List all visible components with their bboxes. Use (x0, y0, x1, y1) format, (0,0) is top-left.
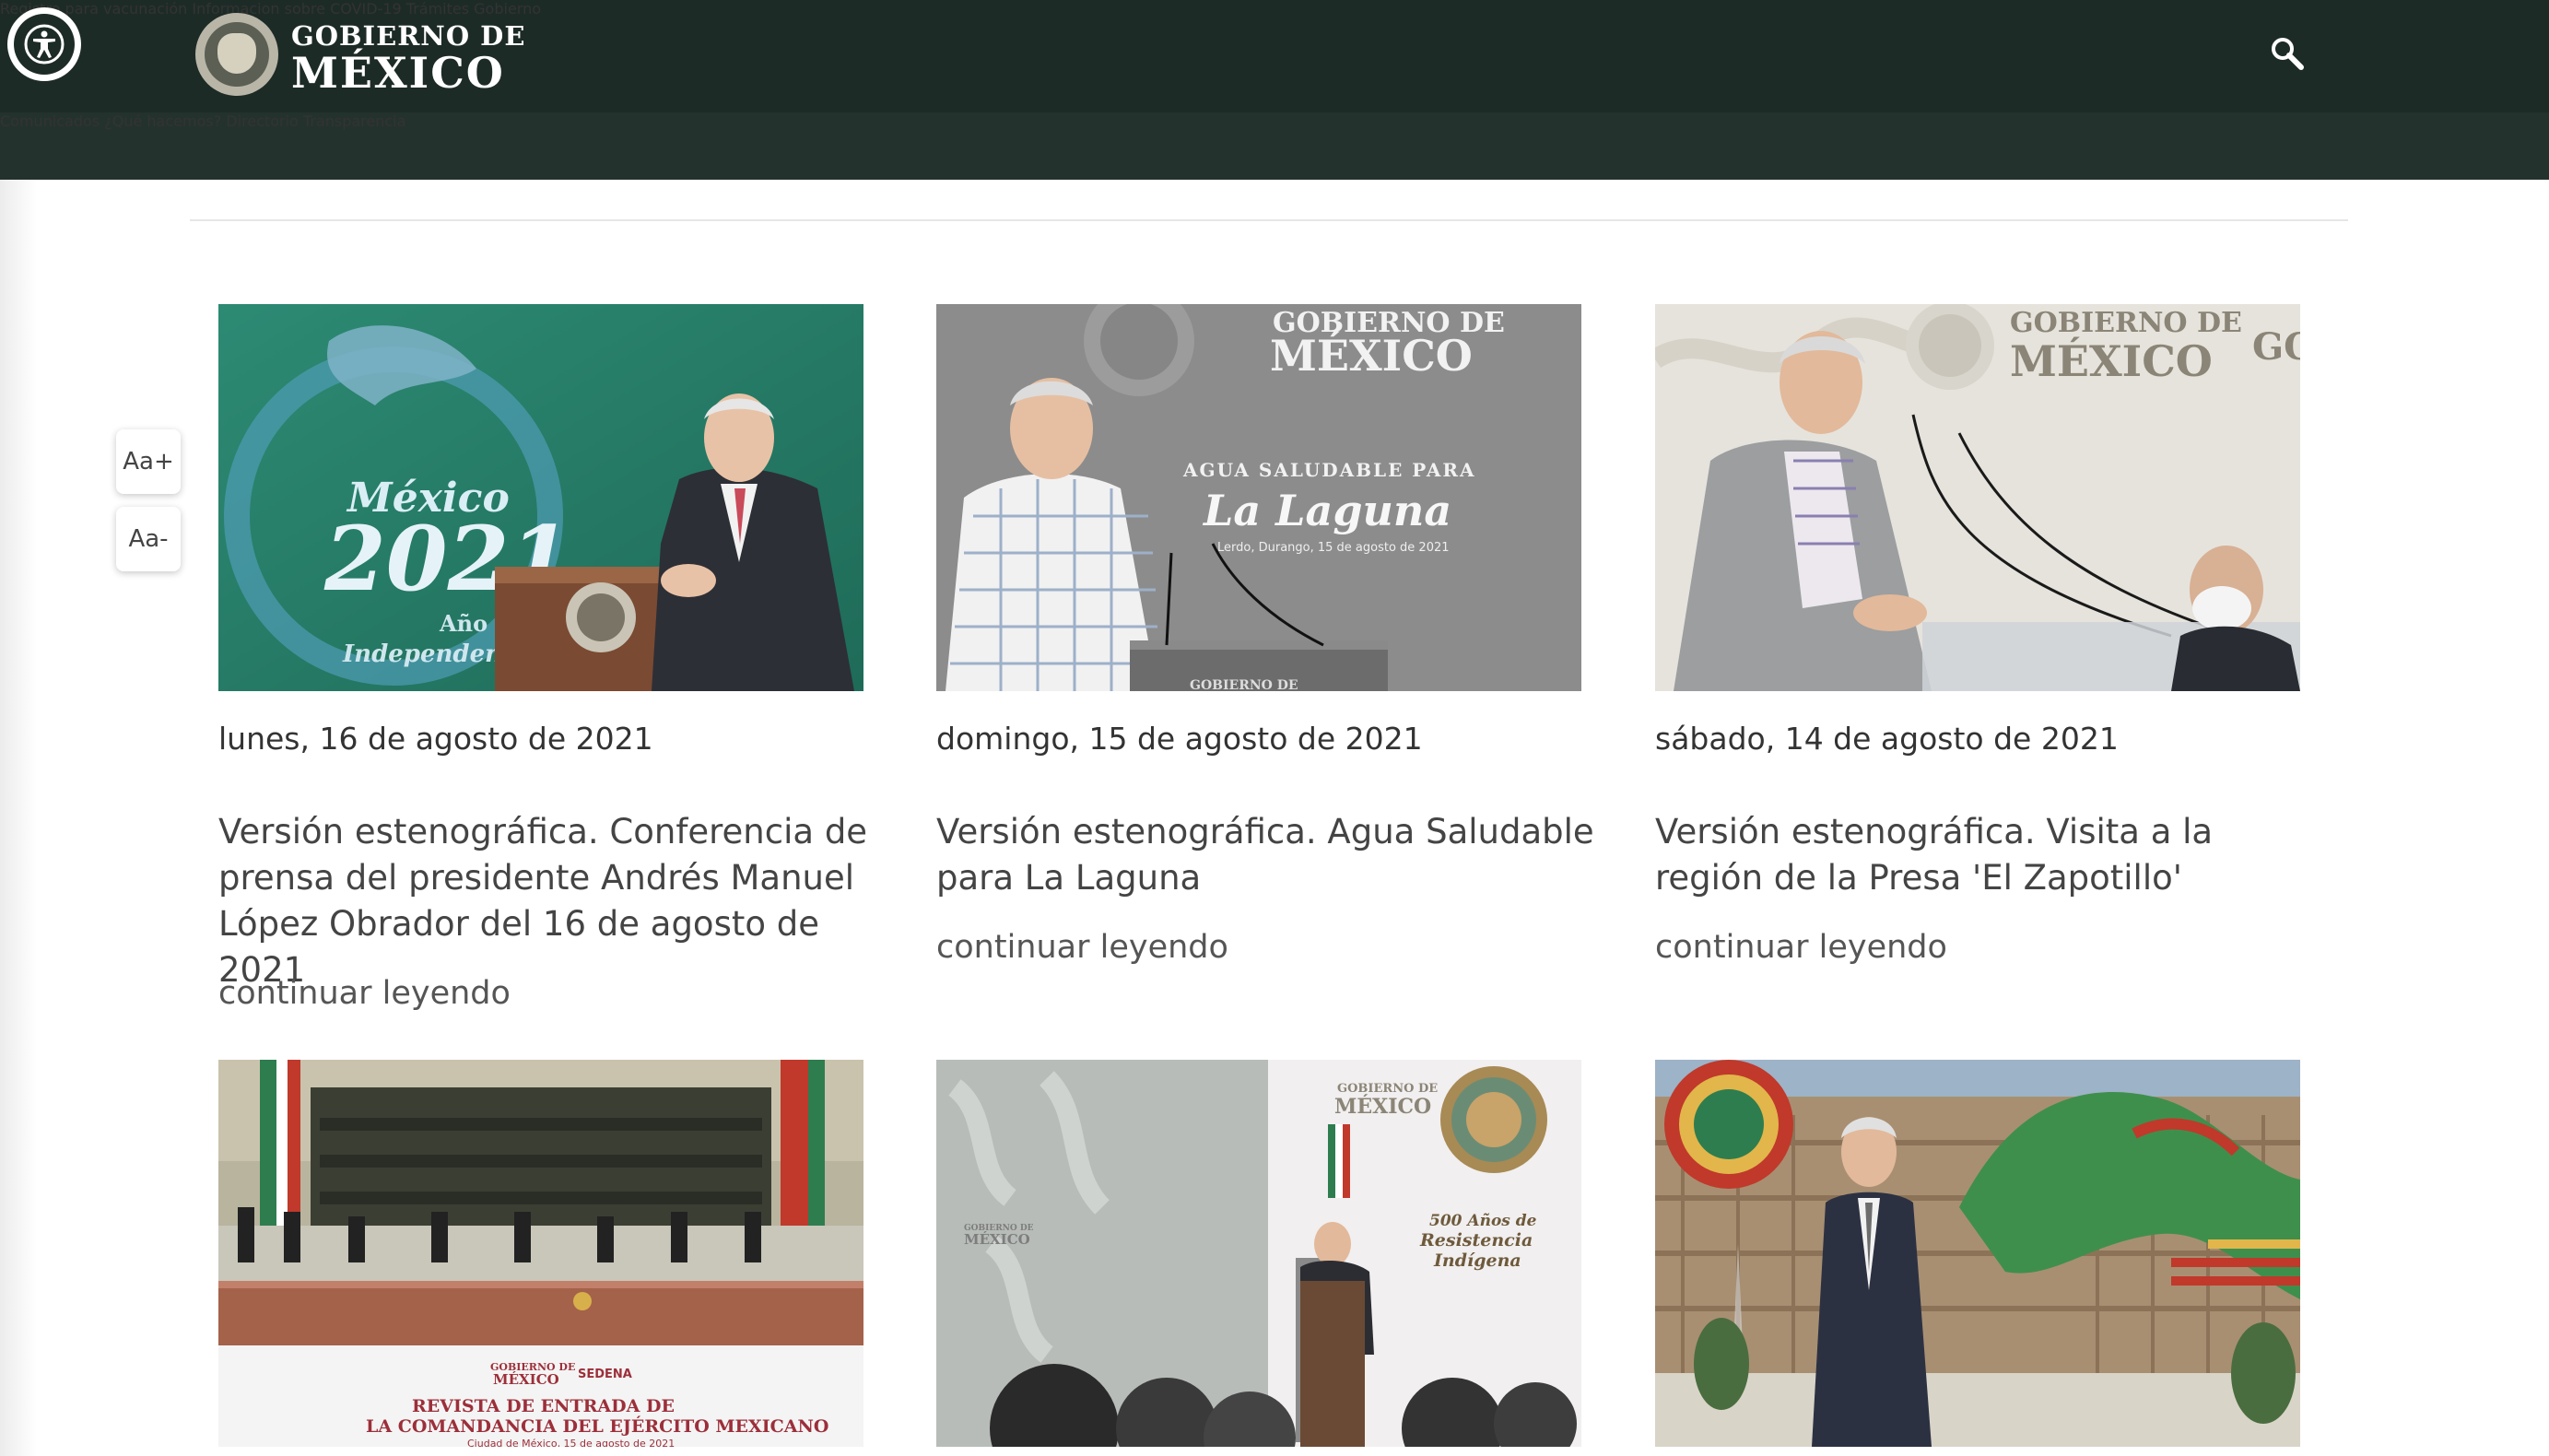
news-title[interactable]: Versión estenográfica. Agua Saludable pa… (936, 809, 1600, 901)
nav-tramites[interactable]: Trámites (406, 0, 469, 18)
news-date: lunes, 16 de agosto de 2021 (218, 721, 653, 757)
news-photo-resistencia-indigena[interactable]: GOBIERNO DE MÉXICO GOBIERNO DE MÉXICO 50… (936, 1060, 1581, 1447)
svg-text:GOBIERNO DE: GOBIERNO DE (2010, 307, 2242, 339)
accessibility-icon (14, 14, 75, 75)
news-title[interactable]: Versión estenográfica. Visita a la regió… (1655, 809, 2319, 901)
svg-text:Indígena: Indígena (1433, 1251, 1521, 1271)
news-photo-revista-ejercito[interactable]: GOBIERNO DE MÉXICO SEDENA REVISTA DE ENT… (218, 1060, 863, 1447)
font-decrease-button[interactable]: Aa- (116, 507, 181, 571)
svg-text:La Laguna: La Laguna (1202, 486, 1451, 535)
svg-text:GOBIERNO DE: GOBIERNO DE (1337, 1082, 1438, 1096)
read-more-link[interactable]: continuar leyendo (1655, 929, 1947, 966)
search-button[interactable] (2269, 35, 2306, 72)
news-date: sábado, 14 de agosto de 2021 (1655, 721, 2119, 757)
search-icon (2272, 38, 2304, 70)
national-seal-icon (195, 13, 278, 96)
news-photo-conferencia[interactable]: México 2021 Año de la Independencia (218, 304, 863, 691)
news-photo-zocalo[interactable] (1655, 1060, 2300, 1447)
nav-transparencia[interactable]: Transparencia (303, 112, 406, 130)
font-increase-button[interactable]: Aa+ (116, 429, 181, 494)
svg-text:Resistencia: Resistencia (1419, 1230, 1533, 1251)
svg-text:GO: GO (2252, 325, 2300, 369)
svg-text:REVISTA DE ENTRADA DE: REVISTA DE ENTRADA DE (412, 1396, 675, 1416)
left-edge-shadow (0, 180, 37, 1456)
accessibility-button[interactable] (7, 7, 81, 81)
svg-text:AGUA SALUDABLE PARA: AGUA SALUDABLE PARA (1182, 459, 1476, 481)
svg-text:MÉXICO: MÉXICO (1270, 330, 1473, 381)
svg-text:SEDENA: SEDENA (578, 1368, 632, 1381)
svg-text:Ciudad de México, 15 de agosto: Ciudad de México, 15 de agosto de 2021 (467, 1438, 675, 1447)
read-more-link[interactable]: continuar leyendo (936, 929, 1228, 966)
svg-text:500 Años de: 500 Años de (1429, 1212, 1537, 1230)
svg-text:Lerdo, Durango, 15 de agosto d: Lerdo, Durango, 15 de agosto de 2021 (1217, 541, 1450, 555)
svg-text:MÉXICO: MÉXICO (2010, 335, 2213, 386)
nav-comunicados[interactable]: Comunicados (0, 112, 100, 130)
top-navigation-bar: GOBIERNO DE MÉXICO Registro para vacunac… (0, 0, 2549, 112)
read-more-link[interactable]: continuar leyendo (218, 975, 511, 1012)
secondary-navigation-bar: Comunicados ¿Qué hacemos? Directorio Tra… (0, 112, 2549, 180)
nav-gobierno[interactable]: Gobierno (474, 0, 541, 18)
nav-que-hacemos[interactable]: ¿Qué hacemos? (104, 112, 221, 130)
logo-line-1: GOBIERNO DE (291, 20, 526, 52)
news-photo-agua-saludable[interactable]: GOBIERNO DE MÉXICO AGUA SALUDABLE PARA L… (936, 304, 1581, 691)
svg-text:MÉXICO: MÉXICO (1334, 1094, 1431, 1119)
svg-text:LA COMANDANCIA DEL EJÉRCITO ME: LA COMANDANCIA DEL EJÉRCITO MEXICANO (366, 1415, 828, 1437)
news-date: domingo, 15 de agosto de 2021 (936, 721, 1423, 757)
svg-text:MÉXICO: MÉXICO (964, 1231, 1030, 1248)
news-photo-presa-zapotillo[interactable]: GOBIERNO DE MÉXICO GO (1655, 304, 2300, 691)
svg-text:GOBIERNO DE: GOBIERNO DE (1190, 678, 1298, 691)
logo-line-2: MÉXICO (291, 48, 505, 98)
svg-text:MÉXICO: MÉXICO (493, 1371, 559, 1388)
content-divider (190, 219, 2348, 221)
news-title[interactable]: Versión estenográfica. Conferencia de pr… (218, 809, 882, 993)
nav-directorio[interactable]: Directorio (226, 112, 299, 130)
